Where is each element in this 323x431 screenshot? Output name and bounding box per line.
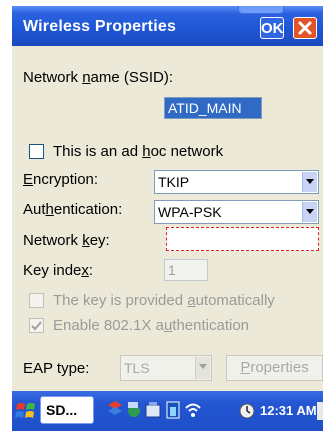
key-index-label: Key index: (23, 262, 94, 279)
eap-type-label: EAP type: (23, 360, 90, 377)
network-key-label: Network key: (23, 232, 110, 249)
eap-type-select[interactable]: TLS (120, 355, 212, 381)
chevron-down-icon (199, 364, 207, 369)
key-auto-checkbox[interactable] (29, 293, 44, 308)
dialog-body: Network name (SSID): ATID_MAIN This is a… (12, 46, 323, 391)
network-key-input[interactable] (166, 227, 319, 251)
ssid-input[interactable]: ATID_MAIN (164, 97, 262, 119)
sync-icon[interactable] (144, 399, 162, 421)
authentication-value: WPA-PSK (158, 204, 222, 220)
title-bar: Wireless Properties OK (12, 6, 323, 46)
network-icon[interactable] (125, 399, 143, 421)
encryption-value: TKIP (158, 174, 190, 190)
enable-8021x-label: Enable 802.1X authentication (53, 317, 250, 334)
task-button-sd[interactable]: SD... (40, 396, 94, 424)
ssid-label: Network name (SSID): (23, 69, 174, 86)
battery-icon[interactable] (164, 399, 182, 421)
device-screen: Wireless Properties OK Network name (SSI… (12, 6, 323, 431)
start-icon[interactable] (15, 400, 37, 422)
wifi-icon[interactable] (184, 399, 202, 421)
adhoc-checkbox[interactable] (29, 144, 44, 159)
encryption-dropdown-button[interactable] (302, 172, 317, 192)
chevron-down-icon (306, 179, 314, 184)
authentication-label: Authentication: (23, 201, 123, 218)
encryption-label: Encryption: (23, 171, 99, 188)
close-button[interactable] (293, 17, 317, 39)
key-index-input[interactable]: 1 (164, 259, 208, 281)
eap-type-value: TLS (124, 360, 150, 376)
window-title: Wireless Properties (23, 18, 177, 35)
ok-button[interactable]: OK (260, 17, 284, 39)
adhoc-label: This is an ad hoc network (53, 143, 224, 160)
input-panel-icon[interactable] (317, 402, 323, 420)
eap-dropdown-button[interactable] (195, 357, 210, 379)
taskbar-clock[interactable]: 12:31 AM (260, 403, 317, 418)
clock-icon[interactable] (238, 399, 256, 421)
authentication-select[interactable]: WPA-PSK (154, 200, 319, 224)
connection-icon[interactable] (106, 399, 124, 421)
chevron-down-icon (306, 209, 314, 214)
encryption-select[interactable]: TKIP (154, 170, 319, 194)
authentication-dropdown-button[interactable] (302, 202, 317, 222)
properties-button[interactable]: Properties (226, 355, 323, 381)
close-icon (298, 21, 312, 35)
enable-8021x-checkbox[interactable] (29, 318, 44, 333)
checkmark-icon (31, 321, 42, 331)
title-bar-tab (238, 6, 284, 14)
taskbar: SD... 12:31 AM (12, 391, 323, 431)
key-auto-label: The key is provided automatically (53, 292, 275, 309)
